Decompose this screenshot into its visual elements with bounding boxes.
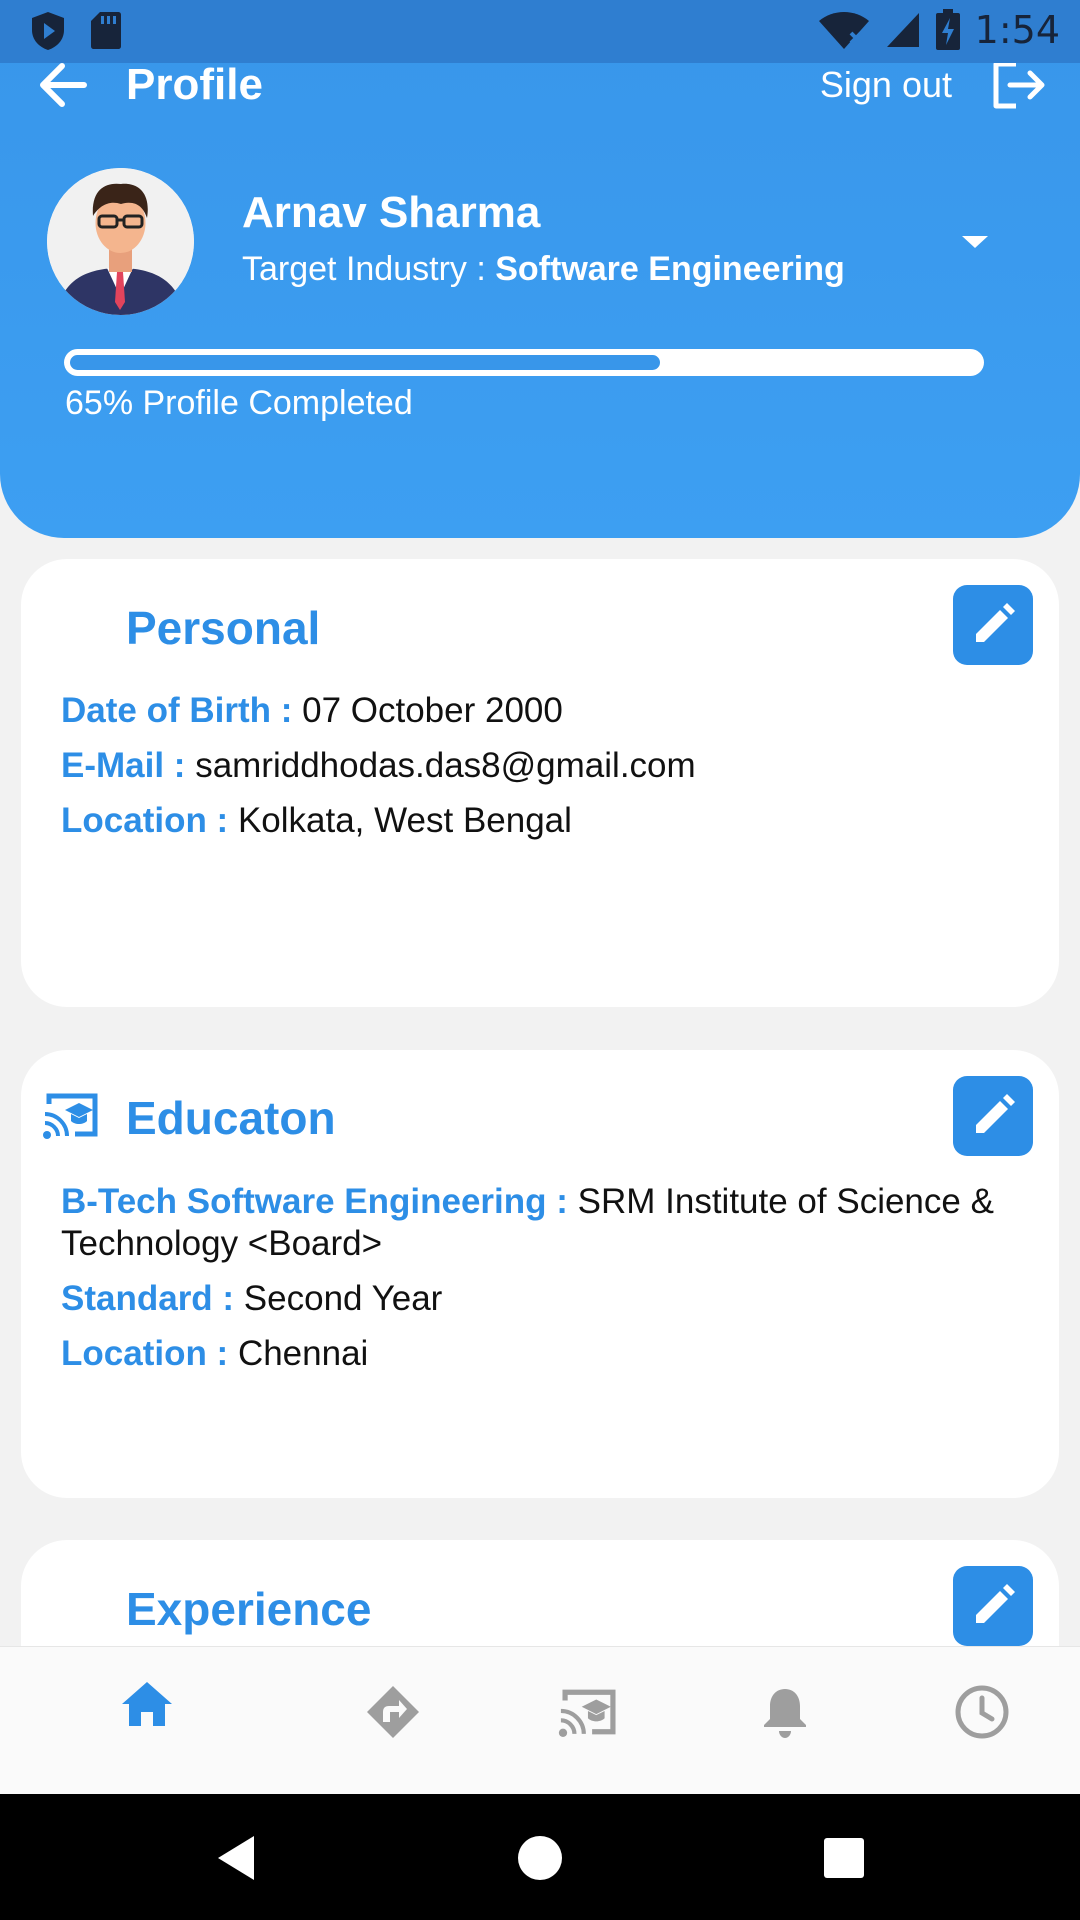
nav-directions[interactable]	[358, 1677, 428, 1747]
directions-icon	[367, 1686, 419, 1738]
education-card: Educaton B-Tech Software Engineering : S…	[21, 1050, 1059, 1498]
personal-location-value: Kolkata, West Bengal	[237, 801, 572, 840]
system-recents-icon[interactable]	[814, 1828, 874, 1888]
top-app-bar: Profile Sign out	[0, 60, 1080, 110]
nav-home[interactable]	[112, 1669, 182, 1739]
personal-location-label: Location :	[61, 801, 238, 840]
signal-icon	[886, 13, 919, 47]
chevron-down-icon[interactable]	[960, 234, 990, 250]
personal-title: Personal	[126, 602, 321, 654]
system-navigation-bar	[0, 1794, 1080, 1920]
profile-header: Profile Sign out Arnav Sharma Target Ind…	[0, 0, 1080, 538]
status-time: 1:54	[974, 8, 1060, 52]
nav-notifications[interactable]	[750, 1677, 820, 1747]
dob-label: Date of Birth :	[61, 691, 303, 730]
pencil-icon	[976, 603, 1015, 642]
home-icon	[122, 1682, 172, 1726]
nav-history[interactable]	[947, 1677, 1017, 1747]
sd-card-icon	[91, 12, 121, 49]
back-arrow-icon[interactable]	[38, 62, 88, 108]
cast-education-icon	[43, 1093, 98, 1139]
user-name: Arnav Sharma	[242, 188, 541, 237]
cast-education-icon	[558, 1689, 616, 1737]
education-location-label: Location :	[61, 1334, 238, 1373]
email-label: E-Mail :	[61, 746, 196, 785]
avatar-illustration	[47, 168, 194, 315]
system-home-icon[interactable]	[510, 1828, 570, 1888]
status-bar: 1:54	[0, 0, 1080, 63]
email-value: samriddhodas.das8@gmail.com	[195, 746, 696, 785]
target-industry-value: Software Engineering	[495, 250, 845, 288]
profile-screen: Profile Sign out Arnav Sharma Target Ind…	[0, 0, 1080, 1920]
system-back-icon[interactable]	[208, 1828, 268, 1888]
dob-field: Date of Birth : 07 October 2000	[61, 690, 1021, 732]
standard-label: Standard :	[61, 1279, 244, 1318]
progress-text: 65% Profile Completed	[65, 384, 413, 422]
edit-personal-button[interactable]	[953, 585, 1033, 665]
dob-value: 07 October 2000	[302, 691, 563, 730]
standard-value: Second Year	[243, 1279, 443, 1318]
pencil-icon	[976, 1094, 1015, 1133]
bell-icon	[764, 1689, 806, 1738]
nav-education[interactable]	[554, 1677, 624, 1747]
avatar[interactable]	[47, 168, 194, 315]
pencil-icon	[976, 1584, 1015, 1623]
page-title: Profile	[126, 60, 263, 109]
sign-out-button[interactable]: Sign out	[820, 64, 952, 106]
email-field: E-Mail : samriddhodas.das8@gmail.com	[61, 745, 1021, 787]
battery-charging-icon	[935, 9, 960, 50]
degree-field: B-Tech Software Engineering : SRM Instit…	[61, 1181, 1021, 1265]
target-industry-label: Target Industry :	[242, 250, 496, 288]
profile-progress-bar	[64, 349, 984, 376]
wifi-off-icon	[818, 12, 869, 49]
education-location-value: Chennai	[237, 1334, 369, 1373]
target-industry: Target Industry : Software Engineering	[242, 250, 845, 289]
experience-title: Experience	[126, 1583, 372, 1635]
education-location-field: Location : Chennai	[61, 1333, 1021, 1375]
personal-location-field: Location : Kolkata, West Bengal	[61, 800, 1021, 842]
personal-card: Personal Date of Birth : 07 October 2000…	[21, 559, 1059, 1007]
standard-field: Standard : Second Year	[61, 1278, 1021, 1320]
clock-icon	[955, 1685, 1009, 1739]
progress-fill	[70, 355, 661, 370]
edit-experience-button[interactable]	[953, 1566, 1033, 1646]
logout-icon[interactable]	[990, 60, 1048, 110]
education-title: Educaton	[126, 1092, 336, 1144]
shield-icon	[32, 12, 64, 50]
edit-education-button[interactable]	[953, 1076, 1033, 1156]
bottom-navigation	[0, 1646, 1080, 1794]
degree-label: B-Tech Software Engineering :	[61, 1182, 578, 1221]
